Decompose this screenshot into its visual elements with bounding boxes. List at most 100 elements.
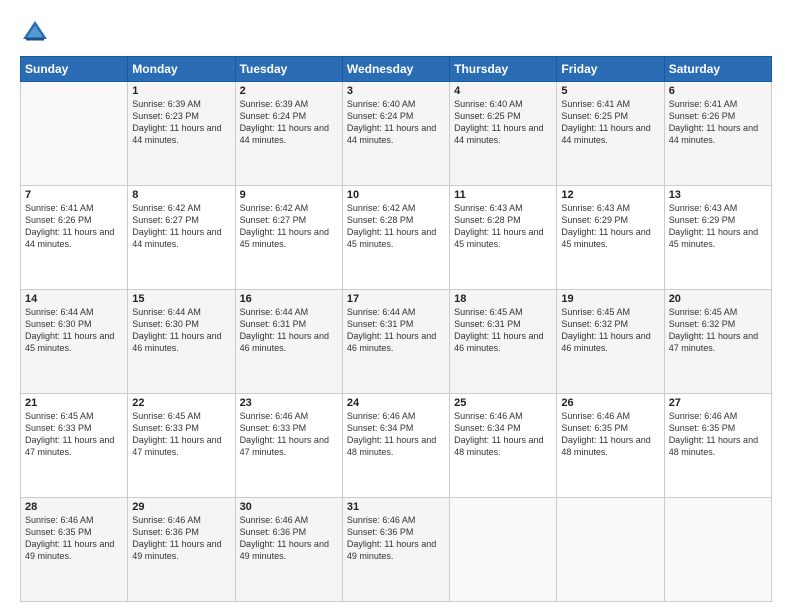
day-info: Sunrise: 6:45 AMSunset: 6:32 PMDaylight:… bbox=[669, 306, 767, 355]
day-info: Sunrise: 6:43 AMSunset: 6:29 PMDaylight:… bbox=[669, 202, 767, 251]
calendar-cell: 16Sunrise: 6:44 AMSunset: 6:31 PMDayligh… bbox=[235, 290, 342, 394]
logo bbox=[20, 18, 54, 48]
calendar-cell: 4Sunrise: 6:40 AMSunset: 6:25 PMDaylight… bbox=[450, 82, 557, 186]
calendar-cell: 5Sunrise: 6:41 AMSunset: 6:25 PMDaylight… bbox=[557, 82, 664, 186]
day-info: Sunrise: 6:46 AMSunset: 6:34 PMDaylight:… bbox=[454, 410, 552, 459]
calendar-cell: 27Sunrise: 6:46 AMSunset: 6:35 PMDayligh… bbox=[664, 394, 771, 498]
day-number: 4 bbox=[454, 85, 552, 97]
day-info: Sunrise: 6:46 AMSunset: 6:36 PMDaylight:… bbox=[347, 514, 445, 563]
calendar-cell: 21Sunrise: 6:45 AMSunset: 6:33 PMDayligh… bbox=[21, 394, 128, 498]
calendar-cell: 8Sunrise: 6:42 AMSunset: 6:27 PMDaylight… bbox=[128, 186, 235, 290]
day-info: Sunrise: 6:45 AMSunset: 6:31 PMDaylight:… bbox=[454, 306, 552, 355]
day-info: Sunrise: 6:45 AMSunset: 6:33 PMDaylight:… bbox=[132, 410, 230, 459]
calendar-cell: 11Sunrise: 6:43 AMSunset: 6:28 PMDayligh… bbox=[450, 186, 557, 290]
day-info: Sunrise: 6:41 AMSunset: 6:26 PMDaylight:… bbox=[25, 202, 123, 251]
calendar-table: SundayMondayTuesdayWednesdayThursdayFrid… bbox=[20, 56, 772, 602]
calendar-cell: 28Sunrise: 6:46 AMSunset: 6:35 PMDayligh… bbox=[21, 498, 128, 602]
calendar-cell: 14Sunrise: 6:44 AMSunset: 6:30 PMDayligh… bbox=[21, 290, 128, 394]
day-number: 28 bbox=[25, 501, 123, 513]
day-number: 12 bbox=[561, 189, 659, 201]
day-info: Sunrise: 6:45 AMSunset: 6:32 PMDaylight:… bbox=[561, 306, 659, 355]
day-number: 22 bbox=[132, 397, 230, 409]
day-info: Sunrise: 6:44 AMSunset: 6:31 PMDaylight:… bbox=[240, 306, 338, 355]
day-info: Sunrise: 6:39 AMSunset: 6:24 PMDaylight:… bbox=[240, 98, 338, 147]
day-number: 9 bbox=[240, 189, 338, 201]
day-number: 16 bbox=[240, 293, 338, 305]
day-number: 29 bbox=[132, 501, 230, 513]
day-info: Sunrise: 6:41 AMSunset: 6:26 PMDaylight:… bbox=[669, 98, 767, 147]
calendar-cell: 22Sunrise: 6:45 AMSunset: 6:33 PMDayligh… bbox=[128, 394, 235, 498]
day-number: 13 bbox=[669, 189, 767, 201]
day-info: Sunrise: 6:41 AMSunset: 6:25 PMDaylight:… bbox=[561, 98, 659, 147]
week-row-1: 1Sunrise: 6:39 AMSunset: 6:23 PMDaylight… bbox=[21, 82, 772, 186]
page: SundayMondayTuesdayWednesdayThursdayFrid… bbox=[0, 0, 792, 612]
day-number: 14 bbox=[25, 293, 123, 305]
day-number: 25 bbox=[454, 397, 552, 409]
weekday-header-thursday: Thursday bbox=[450, 57, 557, 82]
day-number: 10 bbox=[347, 189, 445, 201]
day-number: 26 bbox=[561, 397, 659, 409]
day-info: Sunrise: 6:42 AMSunset: 6:27 PMDaylight:… bbox=[132, 202, 230, 251]
calendar-cell: 20Sunrise: 6:45 AMSunset: 6:32 PMDayligh… bbox=[664, 290, 771, 394]
day-number: 17 bbox=[347, 293, 445, 305]
calendar-cell bbox=[557, 498, 664, 602]
calendar-cell: 19Sunrise: 6:45 AMSunset: 6:32 PMDayligh… bbox=[557, 290, 664, 394]
calendar-cell: 12Sunrise: 6:43 AMSunset: 6:29 PMDayligh… bbox=[557, 186, 664, 290]
day-info: Sunrise: 6:39 AMSunset: 6:23 PMDaylight:… bbox=[132, 98, 230, 147]
calendar-cell bbox=[664, 498, 771, 602]
calendar-cell: 15Sunrise: 6:44 AMSunset: 6:30 PMDayligh… bbox=[128, 290, 235, 394]
day-number: 30 bbox=[240, 501, 338, 513]
day-info: Sunrise: 6:40 AMSunset: 6:24 PMDaylight:… bbox=[347, 98, 445, 147]
day-info: Sunrise: 6:46 AMSunset: 6:35 PMDaylight:… bbox=[25, 514, 123, 563]
calendar-cell: 29Sunrise: 6:46 AMSunset: 6:36 PMDayligh… bbox=[128, 498, 235, 602]
calendar-cell bbox=[21, 82, 128, 186]
calendar-cell: 9Sunrise: 6:42 AMSunset: 6:27 PMDaylight… bbox=[235, 186, 342, 290]
day-info: Sunrise: 6:40 AMSunset: 6:25 PMDaylight:… bbox=[454, 98, 552, 147]
day-number: 18 bbox=[454, 293, 552, 305]
day-number: 23 bbox=[240, 397, 338, 409]
day-number: 31 bbox=[347, 501, 445, 513]
day-number: 5 bbox=[561, 85, 659, 97]
week-row-2: 7Sunrise: 6:41 AMSunset: 6:26 PMDaylight… bbox=[21, 186, 772, 290]
day-info: Sunrise: 6:46 AMSunset: 6:36 PMDaylight:… bbox=[132, 514, 230, 563]
weekday-header-row: SundayMondayTuesdayWednesdayThursdayFrid… bbox=[21, 57, 772, 82]
calendar-cell bbox=[450, 498, 557, 602]
header bbox=[20, 18, 772, 48]
week-row-4: 21Sunrise: 6:45 AMSunset: 6:33 PMDayligh… bbox=[21, 394, 772, 498]
calendar-cell: 10Sunrise: 6:42 AMSunset: 6:28 PMDayligh… bbox=[342, 186, 449, 290]
calendar-cell: 13Sunrise: 6:43 AMSunset: 6:29 PMDayligh… bbox=[664, 186, 771, 290]
day-number: 1 bbox=[132, 85, 230, 97]
weekday-header-friday: Friday bbox=[557, 57, 664, 82]
logo-icon bbox=[20, 18, 50, 48]
day-info: Sunrise: 6:42 AMSunset: 6:27 PMDaylight:… bbox=[240, 202, 338, 251]
day-info: Sunrise: 6:43 AMSunset: 6:28 PMDaylight:… bbox=[454, 202, 552, 251]
day-info: Sunrise: 6:42 AMSunset: 6:28 PMDaylight:… bbox=[347, 202, 445, 251]
calendar-cell: 26Sunrise: 6:46 AMSunset: 6:35 PMDayligh… bbox=[557, 394, 664, 498]
day-number: 3 bbox=[347, 85, 445, 97]
calendar-cell: 24Sunrise: 6:46 AMSunset: 6:34 PMDayligh… bbox=[342, 394, 449, 498]
day-number: 15 bbox=[132, 293, 230, 305]
day-number: 2 bbox=[240, 85, 338, 97]
day-number: 21 bbox=[25, 397, 123, 409]
calendar-cell: 18Sunrise: 6:45 AMSunset: 6:31 PMDayligh… bbox=[450, 290, 557, 394]
weekday-header-wednesday: Wednesday bbox=[342, 57, 449, 82]
day-info: Sunrise: 6:46 AMSunset: 6:36 PMDaylight:… bbox=[240, 514, 338, 563]
calendar-cell: 17Sunrise: 6:44 AMSunset: 6:31 PMDayligh… bbox=[342, 290, 449, 394]
week-row-3: 14 Sunrise: 6:44 AMSunset: 6:30 PMDayligh… bbox=[21, 290, 772, 394]
day-info: Sunrise: 6:44 AMSunset: 6:30 PMDaylight:… bbox=[132, 306, 230, 355]
day-info: Sunrise: 6:45 AMSunset: 6:33 PMDaylight:… bbox=[25, 410, 123, 459]
day-info: Sunrise: 6:46 AMSunset: 6:35 PMDaylight:… bbox=[669, 410, 767, 459]
day-info: Sunrise: 6:44 AMSunset: 6:31 PMDaylight:… bbox=[347, 306, 445, 355]
weekday-header-saturday: Saturday bbox=[664, 57, 771, 82]
day-number: 24 bbox=[347, 397, 445, 409]
weekday-header-monday: Monday bbox=[128, 57, 235, 82]
day-info: Sunrise: 6:46 AMSunset: 6:34 PMDaylight:… bbox=[347, 410, 445, 459]
calendar-cell: 3Sunrise: 6:40 AMSunset: 6:24 PMDaylight… bbox=[342, 82, 449, 186]
day-number: 27 bbox=[669, 397, 767, 409]
calendar-cell: 2Sunrise: 6:39 AMSunset: 6:24 PMDaylight… bbox=[235, 82, 342, 186]
weekday-header-sunday: Sunday bbox=[21, 57, 128, 82]
calendar-cell: 30Sunrise: 6:46 AMSunset: 6:36 PMDayligh… bbox=[235, 498, 342, 602]
day-number: 19 bbox=[561, 293, 659, 305]
day-info: Sunrise: 6:46 AMSunset: 6:33 PMDaylight:… bbox=[240, 410, 338, 459]
day-number: 7 bbox=[25, 189, 123, 201]
